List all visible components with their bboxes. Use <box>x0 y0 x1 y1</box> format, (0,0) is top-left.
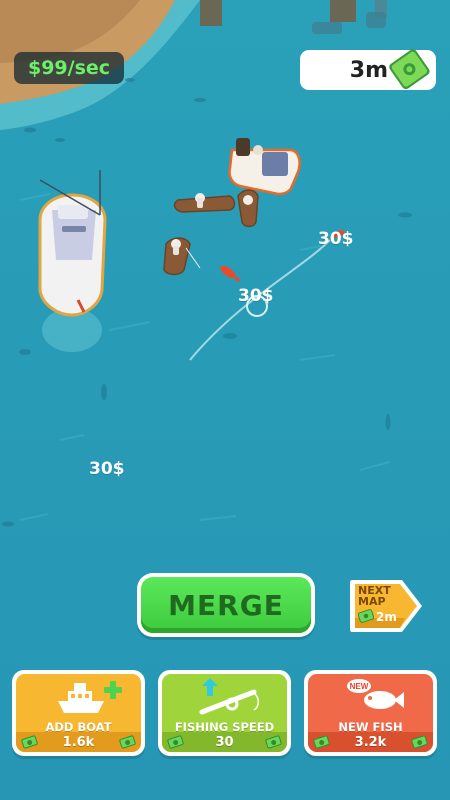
new-fish-card-body[interactable]: NEW NEW FISH 3.2k <box>308 674 433 752</box>
new-badge-text: NEW <box>350 682 369 691</box>
money-bill-icon <box>389 49 430 90</box>
fishing-speed-card-body[interactable]: FISHING SPEED 30 <box>162 674 287 752</box>
next-map-button[interactable]: NEXT MAP 2m <box>350 578 424 634</box>
cash-amount: 3m <box>349 57 388 83</box>
money-bill-icon <box>358 609 374 623</box>
earning-popup: 30$ <box>318 229 354 249</box>
merge-button[interactable]: MERGE <box>137 573 315 637</box>
cash-display: 3m <box>300 49 436 90</box>
fishing-speed-cost: 30 <box>215 734 234 750</box>
fish-new-icon: NEW <box>347 679 404 709</box>
earning-popup: 30$ <box>89 459 125 479</box>
merge-button-label[interactable]: MERGE <box>141 577 311 633</box>
income-rate-display: $99/sec <box>14 52 124 84</box>
fishing-rod-icon <box>199 678 259 715</box>
add-boat-card-body[interactable]: ADD BOAT 1.6k <box>16 674 141 752</box>
fishing-speed-button[interactable]: FISHING SPEED 30 <box>158 670 291 756</box>
new-fish-button[interactable]: NEW NEW FISH 3.2k <box>304 670 437 756</box>
next-map-label-line2: MAP <box>358 595 386 608</box>
next-map-label: NEXT MAP <box>358 585 391 607</box>
new-fish-cost: 3.2k <box>354 734 387 750</box>
boat-plus-icon <box>58 681 122 713</box>
earning-popup: 30$ <box>238 286 274 306</box>
income-rate-text: $99/sec <box>27 57 111 79</box>
add-boat-cost: 1.6k <box>62 734 95 750</box>
next-map-cost: 2m <box>376 610 397 624</box>
add-boat-button[interactable]: ADD BOAT 1.6k <box>12 670 145 756</box>
